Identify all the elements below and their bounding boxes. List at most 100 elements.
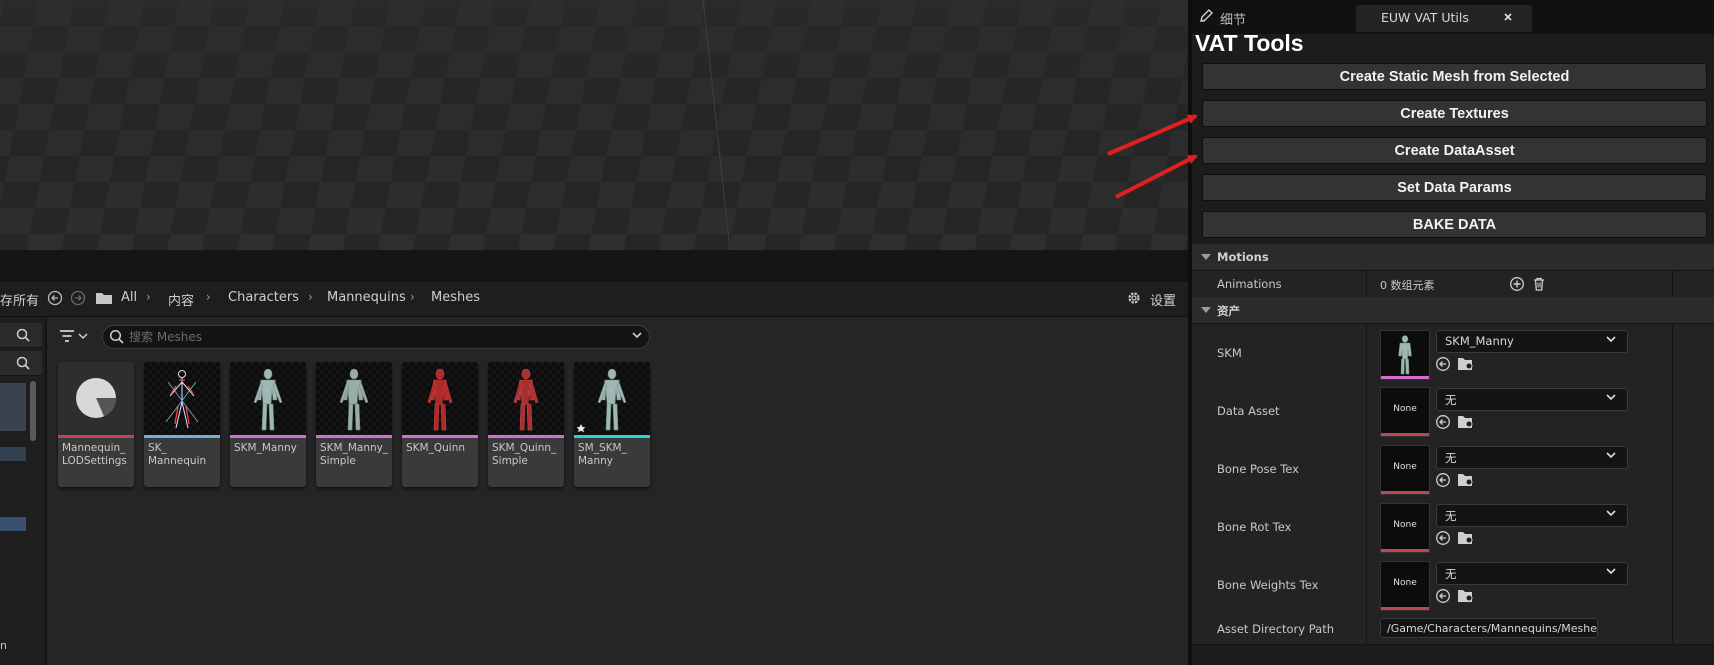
asset-type-stripe — [488, 435, 564, 438]
asset-tile[interactable]: Mannequin_ LODSettings — [58, 362, 134, 487]
level-viewport[interactable] — [0, 0, 1188, 250]
property-row-skm: SKM SKM_Manny — [1192, 324, 1714, 383]
asset-type-stripe — [1381, 491, 1429, 494]
mannequin-thumbnail — [574, 362, 650, 435]
add-element-icon[interactable] — [1509, 276, 1525, 292]
asset-name: SK_ Mannequin — [148, 442, 207, 467]
breadcrumb-item-content[interactable]: 内容 — [168, 290, 194, 309]
asset-thumbnail[interactable]: None — [1380, 445, 1430, 495]
section-motions[interactable]: Motions — [1192, 244, 1714, 271]
tab-euw-vat-utils[interactable]: EUW VAT Utils — [1356, 5, 1532, 32]
section-title: Motions — [1217, 250, 1269, 264]
array-count: 0 数组元素 — [1380, 279, 1435, 292]
asset-picker-combo[interactable]: 无 — [1436, 562, 1628, 585]
mannequin-thumbnail — [230, 362, 306, 435]
search-icon — [16, 328, 30, 342]
settings-button[interactable]: 设置 — [1150, 290, 1176, 309]
folder-tree-item[interactable] — [0, 517, 26, 531]
content-browser-toolbar: 存所有 All › 内容 › Characters › Mannequins ›… — [0, 282, 1188, 317]
combo-value: 无 — [1445, 567, 1457, 581]
asset-name: SM_SKM_ Manny — [578, 442, 627, 467]
scrollbar[interactable] — [30, 381, 36, 441]
folder-icon[interactable] — [95, 291, 113, 305]
create-textures-button[interactable]: Create Textures — [1202, 100, 1707, 127]
asset-picker-combo[interactable]: 无 — [1436, 388, 1628, 411]
folder-tree-item[interactable] — [0, 447, 26, 461]
create-data-asset-button[interactable]: Create DataAsset — [1202, 137, 1707, 164]
viewport-bottom-bar — [0, 250, 1188, 282]
thumbnail-none-label: None — [1393, 404, 1417, 414]
asset-picker-combo[interactable]: 无 — [1436, 504, 1628, 527]
asset-actions — [1435, 472, 1485, 490]
property-label: Animations — [1217, 277, 1282, 291]
asset-name: SKM_Quinn — [406, 442, 466, 454]
column-divider — [1672, 498, 1673, 556]
asset-picker-combo[interactable]: 无 — [1436, 446, 1628, 469]
skeleton-thumbnail — [144, 362, 220, 435]
breadcrumb-item-all[interactable]: All — [121, 290, 137, 305]
use-selected-icon[interactable] — [1435, 472, 1451, 488]
browse-folder-icon[interactable] — [1457, 414, 1475, 430]
column-divider — [1672, 440, 1673, 498]
column-divider — [1672, 556, 1673, 614]
set-data-params-button[interactable]: Set Data Params — [1202, 174, 1707, 201]
asset-tile[interactable]: SM_SKM_ Manny — [574, 362, 650, 487]
asset-search-input[interactable] — [129, 328, 609, 345]
breadcrumb-item-characters[interactable]: Characters — [228, 290, 299, 305]
asset-thumbnail[interactable]: None — [1380, 387, 1430, 437]
save-all-button[interactable]: 存所有 — [0, 290, 39, 309]
sources-panel: n — [0, 317, 47, 665]
use-selected-icon[interactable] — [1435, 356, 1451, 372]
use-selected-icon[interactable] — [1435, 414, 1451, 430]
section-assets[interactable]: 资产 — [1192, 297, 1714, 324]
property-row-data-asset: Data Asset None 无 — [1192, 382, 1714, 441]
breadcrumb-item-meshes[interactable]: Meshes — [431, 290, 480, 305]
collections-search[interactable] — [0, 351, 42, 376]
bake-data-button[interactable]: BAKE DATA — [1202, 211, 1707, 238]
asset-type-stripe — [316, 435, 392, 438]
asset-tile[interactable]: SKM_Quinn_ Simple — [488, 362, 564, 487]
asset-directory-input[interactable] — [1380, 618, 1598, 638]
folder-tree-selection[interactable] — [0, 383, 26, 431]
chevron-down-icon[interactable] — [631, 331, 643, 341]
combo-value: 无 — [1445, 451, 1457, 465]
asset-picker-combo[interactable]: SKM_Manny — [1436, 330, 1628, 353]
asset-tile[interactable]: SKM_Quinn — [402, 362, 478, 487]
use-selected-icon[interactable] — [1435, 588, 1451, 604]
chevron-down-icon — [1605, 509, 1617, 519]
breadcrumb-item-mannequins[interactable]: Mannequins — [327, 290, 406, 305]
asset-view: Mannequin_ LODSettings SK_ Mannequin — [48, 317, 1188, 665]
asset-thumbnail[interactable]: None — [1380, 503, 1430, 553]
asset-tile[interactable]: SK_ Mannequin — [144, 362, 220, 487]
column-divider — [1366, 382, 1367, 440]
asset-search-box[interactable] — [102, 325, 650, 349]
property-label: Bone Rot Tex — [1217, 520, 1292, 534]
filter-icon — [60, 330, 88, 342]
create-static-mesh-button[interactable]: Create Static Mesh from Selected — [1202, 63, 1707, 90]
property-row-asset-directory: Asset Directory Path — [1192, 614, 1714, 645]
filter-button[interactable] — [56, 326, 90, 346]
asset-type-stripe — [230, 435, 306, 438]
sources-search[interactable] — [0, 323, 42, 348]
use-selected-icon[interactable] — [1435, 530, 1451, 546]
asset-tile[interactable]: SKM_Manny_ Simple — [316, 362, 392, 487]
asset-name: SKM_Manny_ Simple — [320, 442, 389, 467]
asset-name: Mannequin_ LODSettings — [62, 442, 127, 467]
back-arrow-icon[interactable] — [47, 290, 63, 306]
chevron-right-icon: › — [146, 290, 151, 304]
caret-down-icon — [1201, 307, 1211, 313]
asset-thumbnail[interactable] — [1380, 330, 1430, 380]
trash-icon[interactable] — [1531, 276, 1547, 292]
asset-tile[interactable]: SKM_Manny — [230, 362, 306, 487]
property-row-bone-rot-tex: Bone Rot Tex None 无 — [1192, 498, 1714, 557]
forward-arrow-icon[interactable] — [70, 290, 86, 306]
chevron-down-icon — [1605, 393, 1617, 403]
browse-folder-icon[interactable] — [1457, 588, 1475, 604]
gear-icon[interactable] — [1126, 290, 1142, 306]
browse-folder-icon[interactable] — [1457, 472, 1475, 488]
browse-folder-icon[interactable] — [1457, 530, 1475, 546]
close-icon[interactable] — [1502, 11, 1514, 23]
thumbnail-none-label: None — [1393, 462, 1417, 472]
asset-thumbnail[interactable]: None — [1380, 561, 1430, 611]
browse-folder-icon[interactable] — [1457, 356, 1475, 372]
